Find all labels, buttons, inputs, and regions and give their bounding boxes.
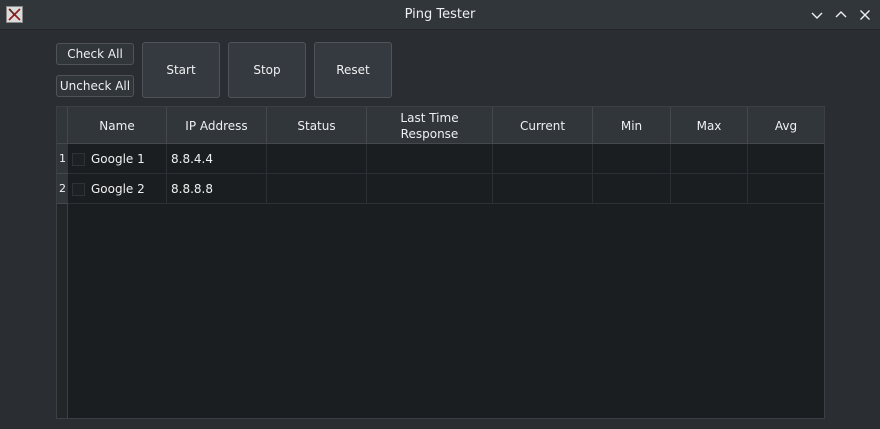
name-cell[interactable]: Google 2 (68, 174, 167, 204)
main-panel: Check All Uncheck All Start Stop Reset N… (1, 31, 879, 428)
host-name: Google 2 (91, 182, 145, 196)
status-cell[interactable] (267, 144, 367, 174)
reset-button[interactable]: Reset (314, 42, 392, 98)
max-cell[interactable] (671, 144, 748, 174)
table-row[interactable]: Google 2 8.8.8.8 (68, 174, 824, 204)
min-cell[interactable] (593, 144, 671, 174)
maximize-button[interactable] (832, 6, 850, 24)
chevron-up-icon (835, 11, 847, 18)
title-bar[interactable]: Ping Tester (0, 0, 880, 30)
min-cell[interactable] (593, 174, 671, 204)
ip-cell[interactable]: 8.8.8.8 (167, 174, 267, 204)
column-header-last-time-response[interactable]: Last Time Response (367, 107, 493, 144)
column-header-max[interactable]: Max (671, 107, 748, 144)
table-row[interactable]: Google 1 8.8.4.4 (68, 144, 824, 174)
column-header-ip-address[interactable]: IP Address (167, 107, 267, 144)
column-header-avg[interactable]: Avg (748, 107, 824, 144)
start-button[interactable]: Start (142, 42, 220, 98)
row-number[interactable]: 2 (57, 174, 68, 204)
max-cell[interactable] (671, 174, 748, 204)
host-name: Google 1 (91, 152, 145, 166)
table-header: Name IP Address Status Last Time Respons… (57, 107, 824, 144)
close-button[interactable] (856, 6, 874, 24)
window-title: Ping Tester (404, 7, 476, 22)
row-checkbox[interactable] (72, 182, 85, 196)
current-cell[interactable] (493, 144, 593, 174)
column-header-name[interactable]: Name (68, 107, 167, 144)
row-number[interactable]: 1 (57, 144, 68, 174)
column-header-min[interactable]: Min (593, 107, 671, 144)
minimize-button[interactable] (808, 6, 826, 24)
avg-cell[interactable] (748, 174, 824, 204)
status-cell[interactable] (267, 174, 367, 204)
current-cell[interactable] (493, 174, 593, 204)
ip-cell[interactable]: 8.8.4.4 (167, 144, 267, 174)
row-checkbox[interactable] (72, 152, 85, 166)
hosts-table[interactable]: Name IP Address Status Last Time Respons… (56, 106, 825, 419)
last-response-cell[interactable] (367, 144, 493, 174)
chevron-down-icon (811, 12, 823, 19)
stop-button[interactable]: Stop (228, 42, 306, 98)
uncheck-all-button[interactable]: Uncheck All (56, 75, 134, 97)
column-header-status[interactable]: Status (267, 107, 367, 144)
last-response-cell[interactable] (367, 174, 493, 204)
check-all-button[interactable]: Check All (56, 43, 134, 65)
name-cell[interactable]: Google 1 (68, 144, 167, 174)
column-header-current[interactable]: Current (493, 107, 593, 144)
table-corner[interactable] (57, 107, 68, 144)
close-icon (860, 10, 870, 20)
avg-cell[interactable] (748, 144, 824, 174)
